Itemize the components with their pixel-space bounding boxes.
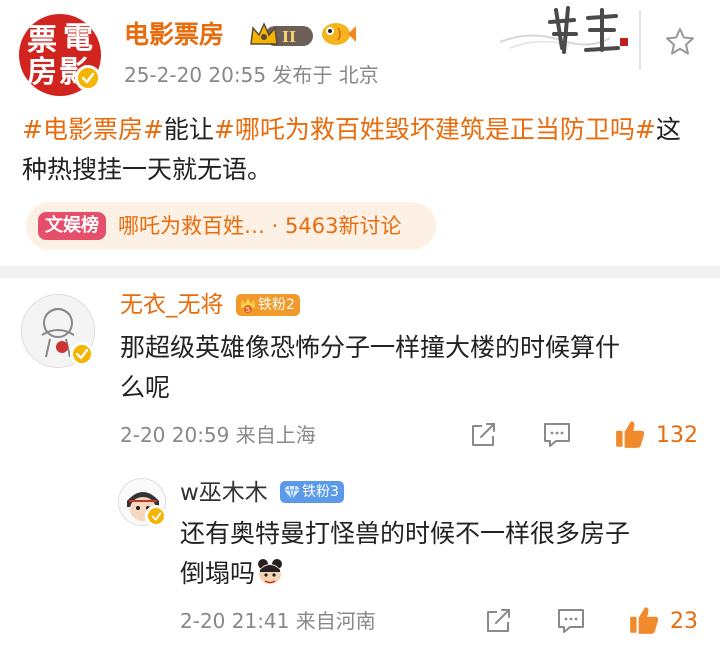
fan-badge-label: 铁粉3	[302, 484, 339, 500]
share-icon[interactable]	[469, 420, 499, 450]
boy-emoji-icon	[258, 559, 283, 584]
post-meta: 25-2-20 20:55 发布于 北京	[124, 63, 379, 87]
comment-meta: 2-20 20:59 来自上海	[120, 423, 316, 447]
fan-badge: 5 铁粉2	[236, 294, 300, 316]
hot-topic-pill[interactable]: 文娱榜 哪吒为救百姓… · 5463新讨论	[26, 202, 436, 250]
like-count: 132	[656, 423, 698, 448]
comment-text-line: 那超级英雄像恐怖分子一样撞大楼的时候算什	[120, 333, 621, 362]
weibo-post: 票 電 房 影 电影票房 II 25-2-20 20:55 发布于 北京 #电影…	[0, 0, 720, 266]
crown-level-icon: II	[250, 22, 313, 46]
comment-text-line: 么呢	[120, 373, 171, 402]
comment-text-segment: 倒塌吗	[180, 559, 256, 588]
avatar-char-1: 票	[27, 23, 57, 58]
commenter-name[interactable]: w巫木木	[180, 478, 268, 508]
verified-icon	[70, 342, 94, 366]
hot-topic-text: 哪吒为救百姓… · 5463新讨论	[118, 214, 402, 238]
post-text: #电影票房#能让#哪吒为救百姓毁坏建筑是正当防卫吗#这种热搜挂一天就无语。	[22, 110, 702, 190]
like-count: 23	[670, 609, 698, 634]
diamond-icon	[284, 485, 300, 500]
comment-meta: 2-20 21:41 来自河南	[180, 609, 376, 633]
decorative-calligraphy	[499, 6, 641, 70]
avatar-char-3: 房	[27, 55, 57, 90]
share-icon[interactable]	[484, 606, 514, 636]
star-icon[interactable]	[664, 26, 696, 58]
verified-icon	[145, 505, 167, 527]
level-text: II	[282, 28, 296, 46]
hashtag-link[interactable]: #电影票房#	[22, 115, 164, 144]
comment-text: 那超级英雄像恐怖分子一样撞大楼的时候算什 么呢	[120, 328, 700, 408]
fan-badge-label: 铁粉2	[258, 297, 295, 313]
fish-icon	[322, 23, 356, 45]
comment-text: 还有奥特曼打怪兽的时候不一样很多房子 倒塌吗	[180, 514, 700, 594]
hashtag-link[interactable]: #哪吒为救百姓毁坏建筑是正当防卫吗#	[214, 115, 656, 144]
verified-icon	[75, 65, 101, 91]
avatar-char-2: 電	[63, 21, 93, 56]
comment-icon[interactable]	[542, 420, 572, 450]
hot-list-badge: 文娱榜	[38, 212, 106, 240]
comment-text-line: 还有奥特曼打怪兽的时候不一样很多房子	[180, 519, 631, 548]
post-text-segment: 能让	[163, 115, 214, 144]
svg-text:5: 5	[246, 306, 250, 314]
section-divider	[0, 266, 720, 278]
fan-level-icon: 5	[241, 298, 255, 314]
author-name[interactable]: 电影票房	[124, 18, 224, 52]
like-icon[interactable]	[628, 604, 660, 636]
comment-text-line-2: 倒塌吗	[180, 554, 700, 594]
like-icon[interactable]	[614, 418, 646, 450]
fan-badge: 铁粉3	[280, 481, 344, 503]
commenter-name[interactable]: 无衣_无将	[120, 290, 224, 320]
comment-icon[interactable]	[556, 606, 586, 636]
